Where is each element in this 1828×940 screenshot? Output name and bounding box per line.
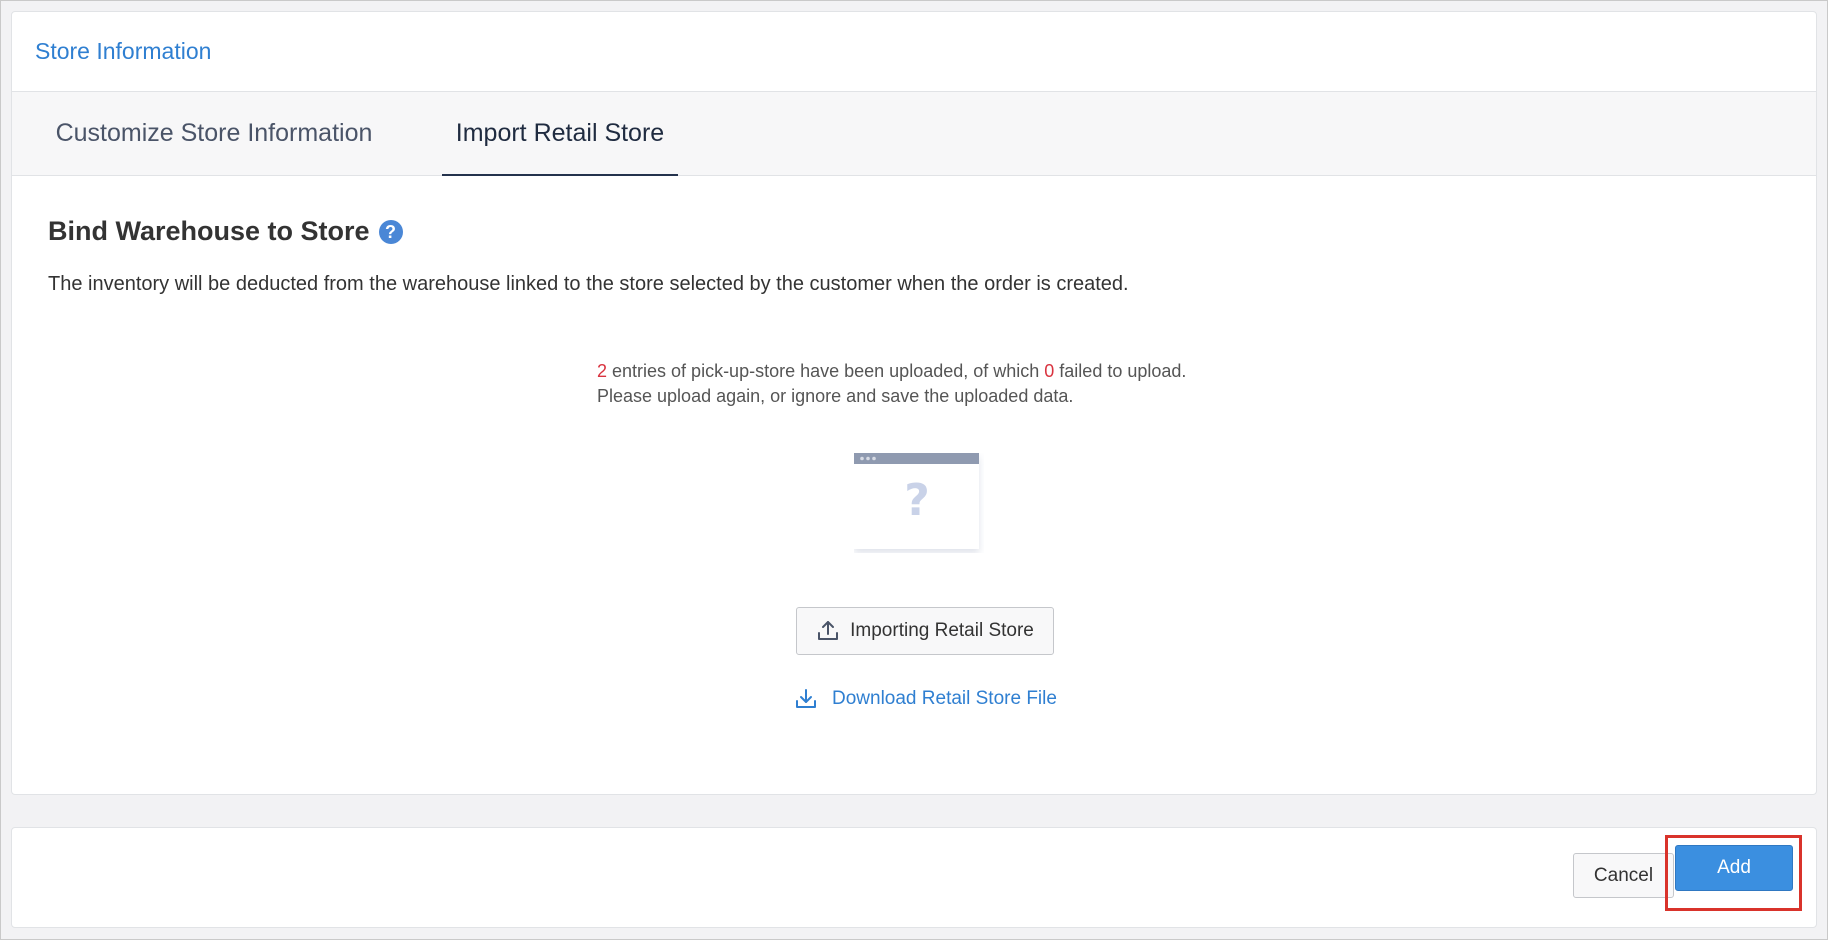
empty-state-illustration: ? xyxy=(854,453,984,553)
svg-text:?: ? xyxy=(904,475,930,526)
window-frame: Store Information Customize Store Inform… xyxy=(0,0,1828,940)
section-title: Bind Warehouse to Store ? xyxy=(48,216,403,247)
section-title-text: Bind Warehouse to Store xyxy=(48,216,370,246)
upload-result-message: 2 entries of pick-up-store have been upl… xyxy=(597,359,1237,409)
panel-title: Store Information xyxy=(35,38,212,64)
download-icon xyxy=(796,689,816,708)
help-icon[interactable]: ? xyxy=(378,219,403,244)
tab-customize-store-information[interactable]: Customize Store Information xyxy=(49,92,379,176)
panel-header: Store Information xyxy=(12,12,1816,92)
upload-message-part1: entries of pick-up-store have been uploa… xyxy=(607,361,1045,381)
add-button[interactable]: Add xyxy=(1675,845,1793,891)
tab-import-retail-store[interactable]: Import Retail Store xyxy=(442,92,678,176)
import-button-label: Importing Retail Store xyxy=(850,620,1034,641)
cancel-button[interactable]: Cancel xyxy=(1573,853,1674,898)
uploaded-count: 2 xyxy=(597,361,608,381)
tab-bar: Customize Store Information Import Retai… xyxy=(12,92,1816,176)
upload-icon xyxy=(818,621,839,640)
store-information-panel: Store Information Customize Store Inform… xyxy=(11,11,1817,795)
download-retail-store-file-link[interactable]: Download Retail Store File xyxy=(794,687,1057,711)
download-link-label: Download Retail Store File xyxy=(832,688,1057,709)
import-retail-store-button[interactable]: Importing Retail Store xyxy=(796,607,1054,655)
footer-actions: Cancel Add xyxy=(11,827,1817,928)
section-description: The inventory will be deducted from the … xyxy=(48,273,1129,295)
failed-count: 0 xyxy=(1044,361,1055,381)
